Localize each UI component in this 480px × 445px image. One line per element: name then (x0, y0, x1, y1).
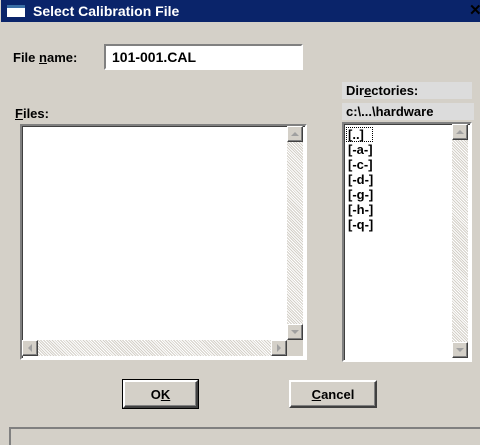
file-name-label: File name: (13, 50, 78, 65)
select-calibration-file-dialog: Select Calibration File ✕ File name: Fil… (0, 0, 480, 445)
directory-item[interactable]: [-a-] (346, 142, 373, 157)
status-bar (9, 427, 480, 445)
title-bar[interactable]: Select Calibration File ✕ (1, 0, 480, 22)
files-label: Files: (15, 106, 49, 121)
directories-scroll-down-button[interactable] (452, 342, 468, 358)
dialog-title: Select Calibration File (33, 3, 180, 19)
file-name-input[interactable] (104, 44, 303, 70)
dialog-window-icon (7, 5, 25, 17)
directory-item[interactable]: [-c-] (346, 157, 373, 172)
directories-label: Directories: (342, 82, 472, 99)
directories-list: [..] [-a-] [-c-] [-d-] [-g-] [-h-] [-q-] (346, 127, 374, 232)
files-scroll-right-button[interactable] (271, 340, 287, 356)
directory-item[interactable]: [-g-] (346, 187, 373, 202)
directories-scroll-up-button[interactable] (452, 124, 468, 140)
close-icon[interactable]: ✕ (469, 2, 480, 20)
files-vertical-scrollbar[interactable] (287, 126, 303, 340)
files-scroll-down-button[interactable] (287, 324, 303, 340)
files-scroll-up-button[interactable] (287, 126, 303, 142)
current-directory-path: c:\...\hardware (342, 103, 474, 120)
directory-item[interactable]: [-q-] (346, 217, 373, 232)
files-listbox[interactable] (20, 124, 307, 360)
scrollbar-corner (287, 340, 303, 356)
directory-item[interactable]: [-d-] (346, 172, 373, 187)
directory-item[interactable]: [-h-] (346, 202, 373, 217)
ok-button[interactable]: OK (122, 379, 199, 409)
arrow-up-icon (456, 130, 464, 134)
arrow-right-icon (277, 344, 281, 352)
files-scroll-left-button[interactable] (22, 340, 38, 356)
files-horizontal-scrollbar[interactable] (22, 340, 287, 356)
directory-item[interactable]: [..] (346, 127, 374, 142)
arrow-left-icon (28, 344, 32, 352)
arrow-down-icon (456, 348, 464, 352)
directories-listbox[interactable]: [..] [-a-] [-c-] [-d-] [-g-] [-h-] [-q-] (342, 122, 472, 362)
arrow-up-icon (291, 132, 299, 136)
directories-vertical-scrollbar[interactable] (452, 124, 468, 358)
arrow-down-icon (291, 330, 299, 334)
cancel-button[interactable]: Cancel (289, 380, 377, 408)
